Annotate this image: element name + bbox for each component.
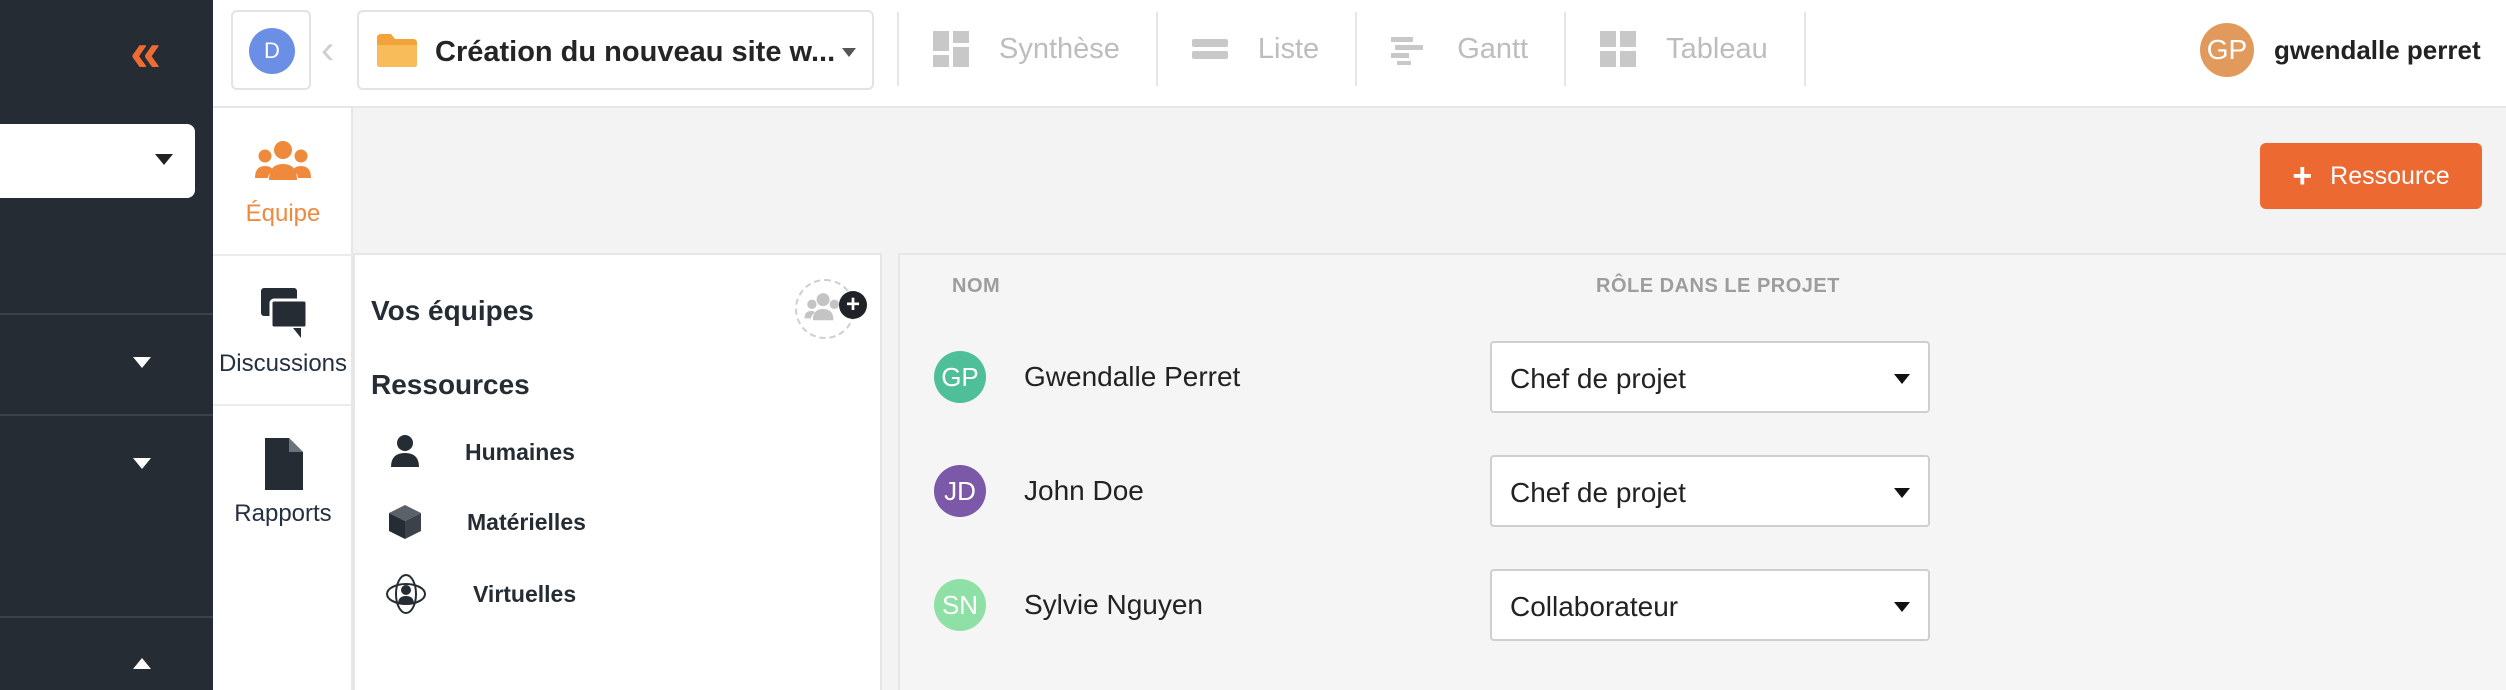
project-select[interactable]: Création du nouveau site w...	[357, 10, 874, 90]
member-name: John Doe	[1024, 475, 1144, 506]
nav-item-equipe[interactable]: Équipe	[213, 108, 353, 256]
sidebar-section-1[interactable]	[0, 313, 213, 413]
avatar: GP	[2200, 23, 2254, 77]
chevron-down-icon	[1894, 374, 1910, 384]
role-value: Chef de projet	[1510, 363, 1686, 394]
add-resource-label: Ressource	[2330, 161, 2450, 190]
project-nav: Équipe Discussions Rapports	[213, 108, 353, 690]
virtual-icon	[386, 574, 426, 614]
nav-label: Discussions	[218, 350, 348, 377]
tab-tableau[interactable]: Tableau	[1566, 12, 1806, 86]
nav-label: Rapports	[234, 500, 332, 527]
add-team-button[interactable]: +	[795, 279, 867, 339]
sidebar-section-3[interactable]	[0, 514, 213, 614]
members-table: NOM RÔLE DANS LE PROJET GP Gwendalle Per…	[898, 253, 2506, 690]
chevron-down-icon	[133, 357, 151, 368]
tab-liste[interactable]: Liste	[1158, 12, 1358, 86]
table-row: SN Sylvie Nguyen Collaborateur	[900, 567, 2500, 641]
add-resource-button[interactable]: + Ressource	[2260, 143, 2482, 209]
dark-sidebar: «	[0, 0, 213, 690]
team-icon	[255, 141, 311, 180]
teams-title: Vos équipes	[371, 295, 534, 326]
tab-label: Gantt	[1457, 32, 1529, 65]
member-name: Gwendalle Perret	[1024, 361, 1241, 392]
resource-type-label: Virtuelles	[473, 580, 577, 607]
role-select[interactable]: Chef de projet	[1490, 455, 1930, 527]
plus-icon: +	[839, 291, 867, 319]
resource-type-label: Matérielles	[467, 508, 586, 535]
teams-panel: Vos équipes + Ressources Humaines Matéri…	[353, 253, 882, 690]
chat-icon	[261, 288, 309, 338]
synthesis-icon	[933, 31, 969, 67]
avatar: JD	[934, 465, 986, 517]
top-bar: D ‹ Création du nouveau site w... Synthè…	[213, 0, 2506, 108]
chevron-up-icon	[133, 658, 151, 669]
report-icon	[265, 438, 303, 490]
nav-item-discussions[interactable]: Discussions	[213, 258, 353, 406]
role-value: Collaborateur	[1510, 591, 1679, 622]
chevron-down-icon	[842, 48, 856, 57]
plus-icon: +	[2292, 157, 2313, 195]
role-select[interactable]: Collaborateur	[1490, 569, 1930, 641]
user-name: gwendalle perret	[2274, 34, 2481, 65]
view-tabs: Synthèse Liste Gantt Tableau	[897, 12, 1806, 92]
workspace-avatar: D	[249, 28, 295, 74]
folder-icon	[377, 34, 417, 67]
tab-gantt[interactable]: Gantt	[1357, 12, 1567, 86]
board-icon	[1600, 31, 1637, 67]
double-chevron-left-icon[interactable]: «	[130, 24, 174, 80]
avatar: SN	[934, 579, 986, 631]
project-name: Création du nouveau site w...	[435, 36, 836, 68]
table-row: JD John Doe Chef de projet	[900, 453, 2500, 527]
avatar: GP	[934, 351, 986, 403]
sidebar-section-2[interactable]	[0, 414, 213, 514]
person-icon	[391, 435, 419, 467]
gantt-icon	[1391, 37, 1424, 65]
chevron-down-icon	[1894, 488, 1910, 498]
tab-label: Tableau	[1666, 32, 1768, 65]
resource-type-virtuelles[interactable]: Virtuelles	[385, 569, 576, 619]
chevron-down-icon	[1894, 602, 1910, 612]
chevron-down-icon	[133, 458, 151, 469]
list-icon	[1191, 39, 1228, 59]
resource-type-humaines[interactable]: Humaines	[385, 427, 575, 477]
role-select[interactable]: Chef de projet	[1490, 341, 1930, 413]
resource-type-materielles[interactable]: Matérielles	[385, 497, 586, 547]
column-header-name: NOM	[952, 275, 1001, 297]
tab-label: Liste	[1257, 32, 1320, 65]
resource-type-label: Humaines	[465, 438, 575, 465]
member-name: Sylvie Nguyen	[1024, 589, 1203, 620]
sidebar-section-4[interactable]	[0, 616, 213, 690]
cube-icon	[389, 505, 421, 539]
user-menu[interactable]: GP gwendalle perret	[2200, 22, 2481, 78]
workspace-select[interactable]	[0, 124, 195, 198]
table-row: GP Gwendalle Perret Chef de projet	[900, 339, 2500, 413]
nav-item-rapports[interactable]: Rapports	[213, 408, 353, 556]
role-value: Chef de projet	[1510, 477, 1686, 508]
column-header-role: RÔLE DANS LE PROJET	[1596, 275, 1840, 297]
chevron-left-icon[interactable]: ‹	[321, 30, 334, 70]
workspace-switcher[interactable]: D	[231, 10, 311, 90]
nav-label: Équipe	[245, 200, 321, 227]
tab-synthese[interactable]: Synthèse	[897, 12, 1158, 86]
chevron-down-icon	[155, 154, 173, 165]
resources-title: Ressources	[371, 369, 530, 400]
tab-label: Synthèse	[999, 32, 1120, 65]
